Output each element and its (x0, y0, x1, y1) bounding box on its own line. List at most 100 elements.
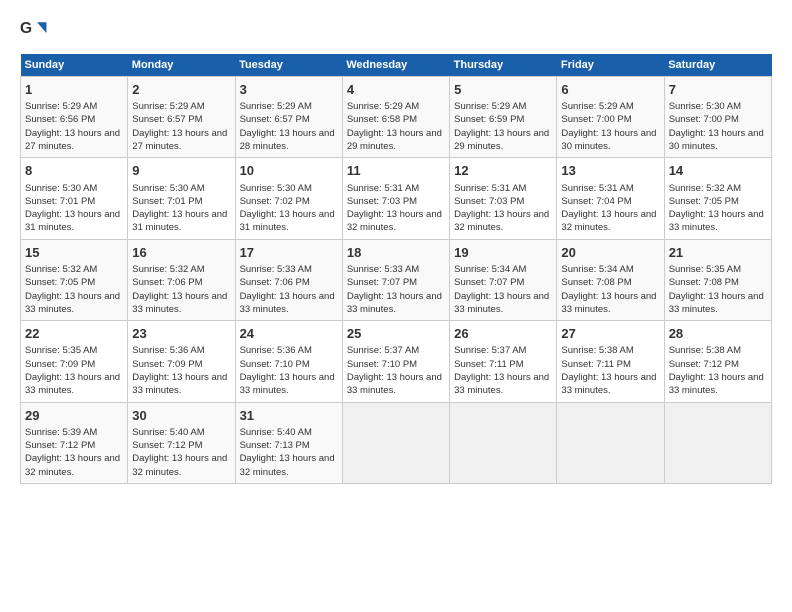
day-cell (557, 402, 664, 483)
daylight: Daylight: 13 hours and 32 minutes. (561, 209, 656, 233)
daylight: Daylight: 13 hours and 30 minutes. (669, 128, 764, 152)
daylight: Daylight: 13 hours and 32 minutes. (240, 453, 335, 477)
sunset: Sunset: 7:13 PM (240, 440, 310, 451)
day-cell: 28Sunrise: 5:38 AMSunset: 7:12 PMDayligh… (664, 321, 771, 402)
sunset: Sunset: 7:12 PM (669, 359, 739, 370)
sunset: Sunset: 7:01 PM (132, 196, 202, 207)
day-cell: 2Sunrise: 5:29 AMSunset: 6:57 PMDaylight… (128, 77, 235, 158)
day-cell: 7Sunrise: 5:30 AMSunset: 7:00 PMDaylight… (664, 77, 771, 158)
sunrise: Sunrise: 5:29 AM (347, 101, 419, 112)
daylight: Daylight: 13 hours and 33 minutes. (454, 372, 549, 396)
day-number: 9 (132, 162, 230, 180)
daylight: Daylight: 13 hours and 27 minutes. (25, 128, 120, 152)
day-cell: 24Sunrise: 5:36 AMSunset: 7:10 PMDayligh… (235, 321, 342, 402)
sunset: Sunset: 7:12 PM (132, 440, 202, 451)
daylight: Daylight: 13 hours and 32 minutes. (25, 453, 120, 477)
day-number: 21 (669, 244, 767, 262)
day-cell: 27Sunrise: 5:38 AMSunset: 7:11 PMDayligh… (557, 321, 664, 402)
day-cell: 16Sunrise: 5:32 AMSunset: 7:06 PMDayligh… (128, 239, 235, 320)
day-cell: 8Sunrise: 5:30 AMSunset: 7:01 PMDaylight… (21, 158, 128, 239)
sunrise: Sunrise: 5:30 AM (240, 183, 312, 194)
sunset: Sunset: 7:00 PM (561, 114, 631, 125)
sunset: Sunset: 7:05 PM (669, 196, 739, 207)
daylight: Daylight: 13 hours and 33 minutes. (561, 291, 656, 315)
sunset: Sunset: 7:07 PM (347, 277, 417, 288)
day-cell: 15Sunrise: 5:32 AMSunset: 7:05 PMDayligh… (21, 239, 128, 320)
day-number: 11 (347, 162, 445, 180)
daylight: Daylight: 13 hours and 33 minutes. (240, 372, 335, 396)
daylight: Daylight: 13 hours and 33 minutes. (669, 291, 764, 315)
day-cell: 29Sunrise: 5:39 AMSunset: 7:12 PMDayligh… (21, 402, 128, 483)
day-number: 7 (669, 81, 767, 99)
week-row-3: 15Sunrise: 5:32 AMSunset: 7:05 PMDayligh… (21, 239, 772, 320)
daylight: Daylight: 13 hours and 31 minutes. (240, 209, 335, 233)
sunset: Sunset: 7:11 PM (561, 359, 631, 370)
sunrise: Sunrise: 5:34 AM (561, 264, 633, 275)
sunset: Sunset: 7:01 PM (25, 196, 95, 207)
sunrise: Sunrise: 5:29 AM (454, 101, 526, 112)
day-number: 30 (132, 407, 230, 425)
header-cell-wednesday: Wednesday (342, 54, 449, 77)
daylight: Daylight: 13 hours and 32 minutes. (347, 209, 442, 233)
header-cell-sunday: Sunday (21, 54, 128, 77)
day-number: 12 (454, 162, 552, 180)
sunset: Sunset: 6:56 PM (25, 114, 95, 125)
sunset: Sunset: 7:09 PM (132, 359, 202, 370)
sunrise: Sunrise: 5:37 AM (347, 345, 419, 356)
logo-icon: G (20, 16, 48, 44)
sunset: Sunset: 7:03 PM (347, 196, 417, 207)
logo: G (20, 16, 52, 44)
day-number: 3 (240, 81, 338, 99)
header-cell-monday: Monday (128, 54, 235, 77)
calendar-table: SundayMondayTuesdayWednesdayThursdayFrid… (20, 54, 772, 484)
day-number: 25 (347, 325, 445, 343)
sunrise: Sunrise: 5:38 AM (561, 345, 633, 356)
day-number: 6 (561, 81, 659, 99)
daylight: Daylight: 13 hours and 33 minutes. (25, 372, 120, 396)
sunrise: Sunrise: 5:29 AM (561, 101, 633, 112)
sunrise: Sunrise: 5:36 AM (240, 345, 312, 356)
sunset: Sunset: 6:57 PM (132, 114, 202, 125)
day-number: 5 (454, 81, 552, 99)
day-cell: 17Sunrise: 5:33 AMSunset: 7:06 PMDayligh… (235, 239, 342, 320)
sunset: Sunset: 7:09 PM (25, 359, 95, 370)
day-number: 15 (25, 244, 123, 262)
day-cell: 11Sunrise: 5:31 AMSunset: 7:03 PMDayligh… (342, 158, 449, 239)
sunrise: Sunrise: 5:32 AM (669, 183, 741, 194)
sunset: Sunset: 7:04 PM (561, 196, 631, 207)
day-number: 26 (454, 325, 552, 343)
daylight: Daylight: 13 hours and 30 minutes. (561, 128, 656, 152)
day-number: 1 (25, 81, 123, 99)
daylight: Daylight: 13 hours and 31 minutes. (132, 209, 227, 233)
svg-text:G: G (20, 20, 32, 37)
sunset: Sunset: 7:08 PM (669, 277, 739, 288)
sunrise: Sunrise: 5:33 AM (240, 264, 312, 275)
daylight: Daylight: 13 hours and 29 minutes. (454, 128, 549, 152)
day-cell: 21Sunrise: 5:35 AMSunset: 7:08 PMDayligh… (664, 239, 771, 320)
daylight: Daylight: 13 hours and 33 minutes. (240, 291, 335, 315)
sunset: Sunset: 7:07 PM (454, 277, 524, 288)
sunrise: Sunrise: 5:30 AM (25, 183, 97, 194)
daylight: Daylight: 13 hours and 32 minutes. (132, 453, 227, 477)
daylight: Daylight: 13 hours and 32 minutes. (454, 209, 549, 233)
day-cell: 26Sunrise: 5:37 AMSunset: 7:11 PMDayligh… (450, 321, 557, 402)
day-cell: 20Sunrise: 5:34 AMSunset: 7:08 PMDayligh… (557, 239, 664, 320)
daylight: Daylight: 13 hours and 29 minutes. (347, 128, 442, 152)
sunset: Sunset: 6:57 PM (240, 114, 310, 125)
daylight: Daylight: 13 hours and 31 minutes. (25, 209, 120, 233)
day-cell: 10Sunrise: 5:30 AMSunset: 7:02 PMDayligh… (235, 158, 342, 239)
sunrise: Sunrise: 5:38 AM (669, 345, 741, 356)
sunrise: Sunrise: 5:34 AM (454, 264, 526, 275)
day-number: 29 (25, 407, 123, 425)
daylight: Daylight: 13 hours and 33 minutes. (561, 372, 656, 396)
week-row-1: 1 Sunrise: 5:29 AM Sunset: 6:56 PM Daylight… (21, 77, 772, 158)
header-cell-saturday: Saturday (664, 54, 771, 77)
day-cell: 22Sunrise: 5:35 AMSunset: 7:09 PMDayligh… (21, 321, 128, 402)
daylight: Daylight: 13 hours and 33 minutes. (347, 372, 442, 396)
sunrise: Sunrise: 5:35 AM (25, 345, 97, 356)
sunrise: Sunrise: 5:40 AM (132, 427, 204, 438)
day-cell: 30 Sunrise: 5:40 AM Sunset: 7:12 PM Dayligh… (128, 402, 235, 483)
day-cell: 9Sunrise: 5:30 AMSunset: 7:01 PMDaylight… (128, 158, 235, 239)
day-cell: 19Sunrise: 5:34 AMSunset: 7:07 PMDayligh… (450, 239, 557, 320)
day-number: 31 (240, 407, 338, 425)
